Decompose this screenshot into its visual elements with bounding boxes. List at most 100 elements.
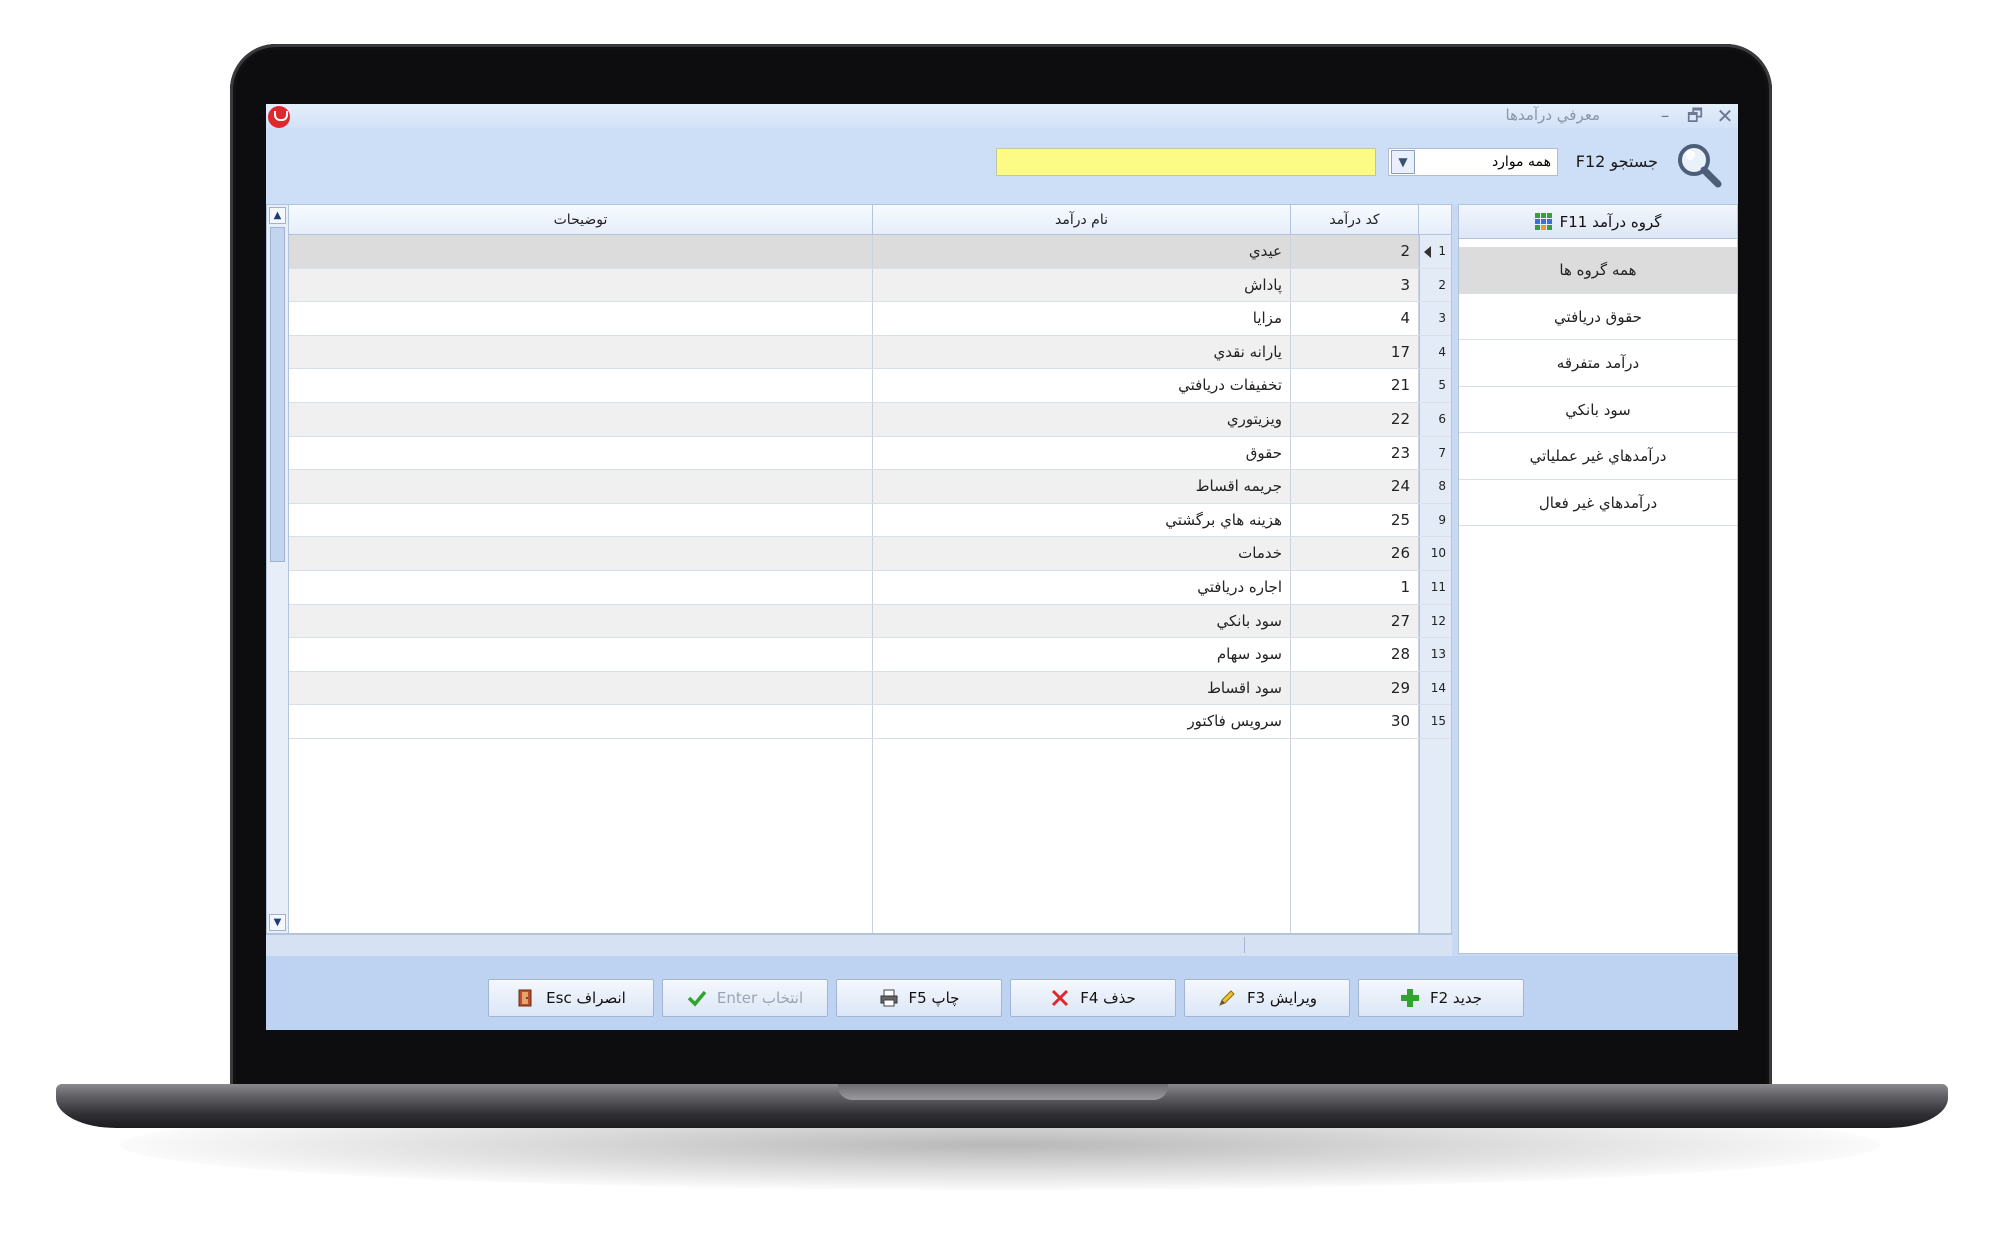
vertical-scrollbar[interactable]: ▲ ▼: [267, 205, 289, 933]
income-group-item[interactable]: درآمدهاي غير عملياتي: [1459, 433, 1737, 480]
income-group-header[interactable]: گروه درآمد F11: [1459, 205, 1737, 239]
table-row[interactable]: جريمه اقساط 24 8: [289, 470, 1451, 504]
row-index-cell[interactable]: 2: [1419, 268, 1451, 302]
description-cell[interactable]: [289, 369, 873, 402]
table-row[interactable]: يارانه نقدي 17 4: [289, 335, 1451, 370]
row-index-cell[interactable]: 7: [1419, 436, 1451, 470]
description-cell[interactable]: [289, 503, 873, 537]
income-name-cell[interactable]: پاداش: [873, 268, 1291, 302]
income-code-cell[interactable]: 30: [1291, 705, 1419, 738]
description-cell[interactable]: [289, 335, 873, 369]
row-index-cell[interactable]: 4: [1419, 335, 1451, 369]
chevron-down-icon[interactable]: ▼: [1391, 150, 1415, 174]
table-row[interactable]: مزايا 4 3: [289, 302, 1451, 336]
income-code-cell[interactable]: 4: [1291, 302, 1419, 335]
income-code-cell[interactable]: 26: [1291, 537, 1419, 570]
income-group-item[interactable]: درآمدهاي غير فعال: [1459, 480, 1737, 526]
row-index-cell[interactable]: 5: [1419, 369, 1451, 402]
column-header-code[interactable]: کد درآمد: [1291, 205, 1419, 234]
income-code-cell[interactable]: 2: [1291, 235, 1419, 268]
scroll-thumb[interactable]: [270, 227, 285, 562]
restore-button[interactable]: 🗗: [1682, 104, 1708, 128]
search-input[interactable]: [996, 148, 1376, 176]
description-cell[interactable]: [289, 604, 873, 638]
description-cell[interactable]: [289, 470, 873, 503]
description-cell[interactable]: [289, 235, 873, 268]
table-row[interactable]: حقوق 23 7: [289, 436, 1451, 471]
income-name-cell[interactable]: جريمه اقساط: [873, 470, 1291, 503]
income-name-cell[interactable]: مزايا: [873, 302, 1291, 335]
cancel-button[interactable]: انصراف Esc: [488, 979, 654, 1017]
print-button[interactable]: چاپ F5: [836, 979, 1002, 1017]
income-name-cell[interactable]: سود سهام: [873, 638, 1291, 671]
table-row[interactable]: سود اقساط 29 14: [289, 671, 1451, 706]
row-index-cell[interactable]: 3: [1419, 302, 1451, 335]
table-row[interactable]: ويزيتوري 22 6: [289, 402, 1451, 437]
row-index-cell[interactable]: 1: [1419, 235, 1451, 268]
table-row[interactable]: خدمات 26 10: [289, 537, 1451, 571]
income-name-cell[interactable]: خدمات: [873, 537, 1291, 570]
column-header-description[interactable]: توضيحات: [289, 205, 873, 234]
row-index-cell[interactable]: 10: [1419, 537, 1451, 570]
description-cell[interactable]: [289, 402, 873, 436]
income-name-cell[interactable]: يارانه نقدي: [873, 335, 1291, 369]
income-code-cell[interactable]: 24: [1291, 470, 1419, 503]
select-button[interactable]: انتخاب Enter: [662, 979, 828, 1017]
table-row[interactable]: هزينه هاي برگشتي 25 9: [289, 503, 1451, 538]
income-name-cell[interactable]: ويزيتوري: [873, 402, 1291, 436]
income-name-cell[interactable]: اجاره دريافتي: [873, 570, 1291, 604]
edit-button[interactable]: ويرايش F3: [1184, 979, 1350, 1017]
delete-button[interactable]: حذف F4: [1010, 979, 1176, 1017]
new-button[interactable]: جديد F2: [1358, 979, 1524, 1017]
income-code-cell[interactable]: 3: [1291, 268, 1419, 302]
search-icon[interactable]: [1674, 140, 1724, 190]
income-code-cell[interactable]: 17: [1291, 335, 1419, 369]
scroll-up-icon[interactable]: ▲: [269, 207, 286, 224]
table-row[interactable]: سود سهام 28 13: [289, 638, 1451, 672]
income-code-cell[interactable]: 27: [1291, 604, 1419, 638]
income-group-item[interactable]: درآمد متفرقه: [1459, 340, 1737, 387]
income-name-cell[interactable]: حقوق: [873, 436, 1291, 470]
income-code-cell[interactable]: 28: [1291, 638, 1419, 671]
income-name-cell[interactable]: هزينه هاي برگشتي: [873, 503, 1291, 537]
income-code-cell[interactable]: 23: [1291, 436, 1419, 470]
search-filter-dropdown[interactable]: ▼ همه موارد: [1388, 148, 1558, 176]
minimize-button[interactable]: –: [1652, 104, 1678, 128]
close-button[interactable]: ✕: [1712, 104, 1738, 128]
description-cell[interactable]: [289, 537, 873, 570]
row-index-cell[interactable]: 14: [1419, 671, 1451, 705]
description-cell[interactable]: [289, 638, 873, 671]
income-name-cell[interactable]: سود بانکي: [873, 604, 1291, 638]
description-cell[interactable]: [289, 436, 873, 470]
description-cell[interactable]: [289, 570, 873, 604]
income-group-item[interactable]: حقوق دريافتي: [1459, 294, 1737, 340]
description-cell[interactable]: [289, 705, 873, 738]
row-index-cell[interactable]: 8: [1419, 470, 1451, 503]
income-name-cell[interactable]: تخفيفات دريافتي: [873, 369, 1291, 402]
table-row[interactable]: اجاره دريافتي 1 11: [289, 570, 1451, 605]
row-index-cell[interactable]: 15: [1419, 705, 1451, 738]
row-index-cell[interactable]: 12: [1419, 604, 1451, 638]
description-cell[interactable]: [289, 268, 873, 302]
scroll-down-icon[interactable]: ▼: [269, 914, 286, 931]
table-row[interactable]: سرويس فاکتور 30 15: [289, 705, 1451, 739]
income-code-cell[interactable]: 1: [1291, 570, 1419, 604]
row-index-cell[interactable]: 13: [1419, 638, 1451, 671]
income-name-cell[interactable]: عيدي: [873, 235, 1291, 268]
income-group-item[interactable]: سود بانکي: [1459, 387, 1737, 433]
column-header-name[interactable]: نام درآمد: [873, 205, 1291, 234]
table-row[interactable]: سود بانکي 27 12: [289, 604, 1451, 639]
income-code-cell[interactable]: 25: [1291, 503, 1419, 537]
table-row[interactable]: تخفيفات دريافتي 21 5: [289, 369, 1451, 403]
income-name-cell[interactable]: سرويس فاکتور: [873, 705, 1291, 738]
income-group-item[interactable]: همه گروه ها: [1459, 247, 1737, 294]
table-row[interactable]: پاداش 3 2: [289, 268, 1451, 303]
row-index-cell[interactable]: 11: [1419, 570, 1451, 604]
description-cell[interactable]: [289, 671, 873, 705]
income-code-cell[interactable]: 21: [1291, 369, 1419, 402]
income-name-cell[interactable]: سود اقساط: [873, 671, 1291, 705]
table-row[interactable]: عيدي 2 1: [289, 235, 1451, 269]
description-cell[interactable]: [289, 302, 873, 335]
income-code-cell[interactable]: 29: [1291, 671, 1419, 705]
income-code-cell[interactable]: 22: [1291, 402, 1419, 436]
